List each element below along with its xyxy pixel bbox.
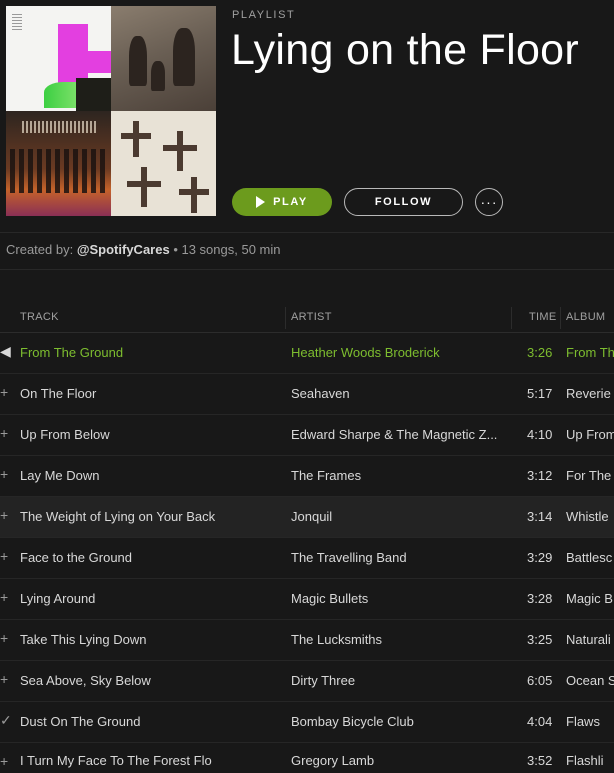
more-options-button[interactable]: ··· xyxy=(475,188,503,216)
column-divider[interactable] xyxy=(560,307,561,329)
owner-link[interactable]: @SpotifyCares xyxy=(77,242,170,257)
album-link[interactable]: Flashli xyxy=(566,753,604,768)
album-art-1 xyxy=(6,6,111,111)
table-row[interactable]: + I Turn My Face To The Forest Flo Grego… xyxy=(0,743,614,773)
album-link[interactable]: Magic B xyxy=(566,591,613,606)
saved-check-icon[interactable]: ✓ xyxy=(0,712,12,729)
album-link[interactable]: Ocean S xyxy=(566,673,614,688)
playlist-cover-art xyxy=(6,6,216,216)
table-row[interactable]: ◀ From The Ground Heather Woods Broderic… xyxy=(0,333,614,374)
column-divider[interactable] xyxy=(511,307,512,329)
table-row[interactable]: ✓ Dust On The Ground Bombay Bicycle Club… xyxy=(0,702,614,743)
add-icon[interactable]: + xyxy=(0,507,8,523)
artist-link[interactable]: The Lucksmiths xyxy=(291,632,382,647)
track-title: Dust On The Ground xyxy=(20,714,141,729)
column-header-time[interactable]: TIME xyxy=(529,311,556,323)
table-row[interactable]: + The Weight of Lying on Your Back Jonqu… xyxy=(0,497,614,538)
play-button-label: PLAY xyxy=(273,196,308,208)
album-art-2 xyxy=(111,6,216,111)
artist-link[interactable]: Bombay Bicycle Club xyxy=(291,714,414,729)
album-link[interactable]: Reverie xyxy=(566,386,611,401)
table-row[interactable]: + Lay Me Down The Frames 3:12 For The xyxy=(0,456,614,497)
album-art-4 xyxy=(111,111,216,216)
artist-link[interactable]: The Travelling Band xyxy=(291,550,407,565)
add-icon[interactable]: + xyxy=(0,589,8,605)
add-icon[interactable]: + xyxy=(0,425,8,441)
play-button[interactable]: PLAY xyxy=(232,188,332,216)
column-header-artist[interactable]: ARTIST xyxy=(291,311,332,323)
album-link[interactable]: From Th xyxy=(566,345,614,360)
track-title: Lay Me Down xyxy=(20,468,100,483)
column-header-track[interactable]: TRACK xyxy=(20,311,59,323)
track-title: On The Floor xyxy=(20,386,97,401)
playlist-stats: • 13 songs, 50 min xyxy=(169,242,281,257)
now-playing-icon: ◀ xyxy=(0,343,11,359)
track-duration: 3:29 xyxy=(527,550,553,565)
track-title: Face to the Ground xyxy=(20,550,133,565)
tracklist-header: TRACK ARTIST TIME ALBUM xyxy=(0,303,614,333)
add-icon[interactable]: + xyxy=(0,753,8,769)
divider xyxy=(0,232,614,233)
track-title: Up From Below xyxy=(20,427,110,442)
track-title: From The Ground xyxy=(20,345,124,360)
album-link[interactable]: Up From xyxy=(566,427,614,442)
track-duration: 3:14 xyxy=(527,509,553,524)
add-icon[interactable]: + xyxy=(0,548,8,564)
table-row[interactable]: + On The Floor Seahaven 5:17 Reverie xyxy=(0,374,614,415)
artist-link[interactable]: Edward Sharpe & The Magnetic Z... xyxy=(291,427,497,442)
artist-link[interactable]: Magic Bullets xyxy=(291,591,368,606)
table-row[interactable]: + Sea Above, Sky Below Dirty Three 6:05 … xyxy=(0,661,614,702)
add-icon[interactable]: + xyxy=(0,384,8,400)
album-link[interactable]: Whistle xyxy=(566,509,609,524)
track-title: Take This Lying Down xyxy=(20,632,147,647)
track-duration: 5:17 xyxy=(527,386,553,401)
track-title: The Weight of Lying on Your Back xyxy=(20,509,216,524)
track-title: Lying Around xyxy=(20,591,96,606)
table-row[interactable]: + Lying Around Magic Bullets 3:28 Magic … xyxy=(0,579,614,620)
track-duration: 3:12 xyxy=(527,468,553,483)
page-title: Lying on the Floor xyxy=(231,26,580,74)
add-icon[interactable]: + xyxy=(0,466,8,482)
column-divider[interactable] xyxy=(285,307,286,329)
add-icon[interactable]: + xyxy=(0,630,8,646)
album-link[interactable]: Battlesc xyxy=(566,550,612,565)
artist-link[interactable]: Gregory Lamb xyxy=(291,753,374,768)
artist-link[interactable]: The Frames xyxy=(291,468,361,483)
divider xyxy=(0,269,614,270)
ellipsis-icon: ··· xyxy=(480,194,498,210)
album-art-3 xyxy=(6,111,111,216)
track-title: Sea Above, Sky Below xyxy=(20,673,151,688)
artist-link[interactable]: Jonquil xyxy=(291,509,332,524)
track-duration: 4:10 xyxy=(527,427,553,442)
column-header-album[interactable]: ALBUM xyxy=(566,311,605,323)
track-duration: 3:52 xyxy=(527,753,553,768)
follow-button[interactable]: FOLLOW xyxy=(344,188,463,216)
playlist-type-label: PLAYLIST xyxy=(232,9,296,21)
tracklist: ◀ From The Ground Heather Woods Broderic… xyxy=(0,333,614,773)
table-row[interactable]: + Up From Below Edward Sharpe & The Magn… xyxy=(0,415,614,456)
track-title: I Turn My Face To The Forest Flo xyxy=(20,753,212,768)
add-icon[interactable]: + xyxy=(0,671,8,687)
track-duration: 3:25 xyxy=(527,632,553,647)
track-duration: 3:28 xyxy=(527,591,553,606)
play-icon xyxy=(256,196,266,208)
album-link[interactable]: Naturali xyxy=(566,632,611,647)
album-link[interactable]: For The xyxy=(566,468,611,483)
table-row[interactable]: + Take This Lying Down The Lucksmiths 3:… xyxy=(0,620,614,661)
playlist-meta: Created by: @SpotifyCares • 13 songs, 50… xyxy=(6,242,280,257)
track-duration: 4:04 xyxy=(527,714,553,729)
album-link[interactable]: Flaws xyxy=(566,714,600,729)
track-duration: 6:05 xyxy=(527,673,553,688)
artist-link[interactable]: Heather Woods Broderick xyxy=(291,345,440,360)
track-duration: 3:26 xyxy=(527,345,553,360)
artist-link[interactable]: Seahaven xyxy=(291,386,350,401)
artist-link[interactable]: Dirty Three xyxy=(291,673,355,688)
created-by-label: Created by: xyxy=(6,242,77,257)
table-row[interactable]: + Face to the Ground The Travelling Band… xyxy=(0,538,614,579)
